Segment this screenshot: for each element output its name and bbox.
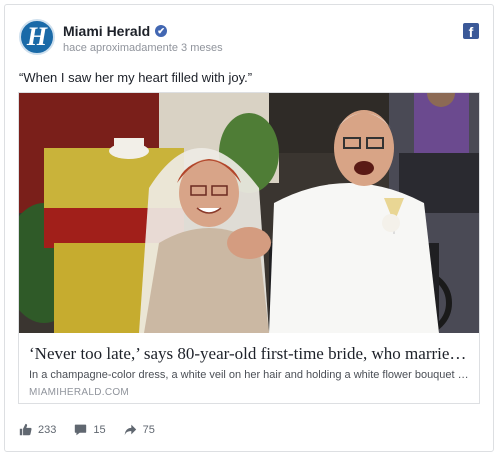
comment-count-value: 15 (93, 423, 106, 436)
link-domain: MIAMIHERALD.COM (29, 387, 130, 398)
link-preview[interactable]: ‘Never too late,’ says 80-year-old first… (18, 92, 480, 404)
post-timestamp[interactable]: hace aproximadamente 3 meses (63, 42, 223, 54)
share-count-value: 75 (142, 423, 155, 436)
facebook-logo-icon[interactable]: f (463, 23, 479, 40)
engagement-bar: 233 15 75 (19, 423, 155, 436)
facebook-post-card: H Miami Herald ✔ hace aproximadamente 3 … (4, 4, 494, 452)
avatar-letter: H (26, 22, 48, 51)
comment-icon (75, 424, 87, 436)
post-text: “When I saw her my heart filled with joy… (19, 70, 253, 85)
post-header: H Miami Herald ✔ hace aproximadamente 3 … (19, 19, 479, 63)
verified-badge-icon: ✔ (155, 25, 168, 37)
page-name-link[interactable]: Miami Herald (63, 23, 150, 39)
wedding-photo-illustration (19, 93, 479, 333)
share-arrow-icon (124, 424, 136, 436)
like-count-value: 233 (38, 423, 57, 436)
thumbs-up-icon (19, 423, 32, 436)
page-name-row: Miami Herald ✔ (63, 23, 168, 39)
comment-count[interactable]: 15 (74, 423, 106, 436)
page-avatar[interactable]: H (19, 19, 55, 55)
link-preview-meta[interactable]: ‘Never too late,’ says 80-year-old first… (19, 333, 479, 403)
link-title[interactable]: ‘Never too late,’ says 80-year-old first… (29, 343, 469, 364)
share-count[interactable]: 75 (124, 423, 155, 436)
like-count[interactable]: 233 (19, 423, 56, 436)
link-description: In a champagne-color dress, a white veil… (29, 369, 469, 381)
link-preview-image[interactable] (19, 93, 479, 333)
